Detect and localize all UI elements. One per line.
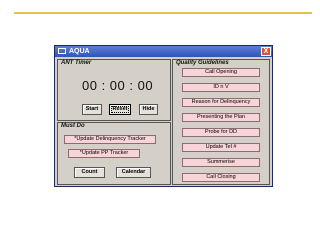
guideline-call-closing-button[interactable]: Call Closing — [182, 173, 260, 182]
close-button[interactable]: X — [261, 47, 271, 56]
quality-guidelines-heading: Quality Guidelines — [176, 60, 229, 66]
count-button[interactable]: Count — [74, 167, 105, 178]
guideline-probe-for-dd-button[interactable]: Probe for DD — [182, 128, 260, 137]
calendar-button[interactable]: Calendar — [116, 167, 151, 178]
update-pp-tracker-button[interactable]: *Update PP Tracker — [68, 149, 140, 158]
window-title: AQUA — [69, 48, 90, 55]
guideline-presenting-the-plan-button[interactable]: Presenting the Plan — [182, 113, 260, 122]
title-bar[interactable]: AQUA — [55, 46, 272, 57]
folder-icon — [58, 48, 66, 54]
ant-timer-heading: ANT Timer — [61, 60, 92, 66]
update-delinquency-tracker-button[interactable]: *Update Delinquency Tracker — [64, 135, 156, 144]
must-do-heading: Must Do — [61, 123, 85, 129]
guideline-reason-for-delinquency-button[interactable]: Reason for Delinquency — [182, 98, 260, 107]
guideline-id-n-v-button[interactable]: ID n V — [182, 83, 260, 92]
guideline-summerise-button[interactable]: Summerise — [182, 158, 260, 167]
reset-button[interactable]: Reset — [109, 104, 131, 115]
header-accent-line — [14, 12, 312, 14]
quality-guidelines-panel: Quality Guidelines Call Opening ID n V R… — [172, 59, 270, 185]
aqua-window: AQUA X ANT Timer 00 : 00 : 00 Start Rese… — [54, 45, 273, 187]
ant-timer-panel: ANT Timer 00 : 00 : 00 Start Reset Hide — [57, 59, 171, 121]
guideline-update-tel-button[interactable]: Update Tel # — [182, 143, 260, 152]
hide-button[interactable]: Hide — [139, 104, 158, 115]
timer-display: 00 : 00 : 00 — [82, 78, 154, 93]
must-do-panel: Must Do *Update Delinquency Tracker *Upd… — [57, 122, 171, 185]
guideline-call-opening-button[interactable]: Call Opening — [182, 68, 260, 77]
start-button[interactable]: Start — [82, 104, 102, 115]
